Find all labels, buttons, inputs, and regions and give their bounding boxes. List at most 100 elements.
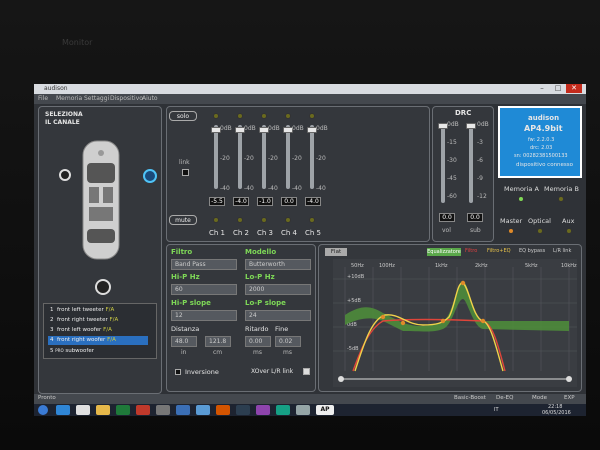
status-text: Pronto <box>38 395 56 401</box>
inversione-checkbox[interactable] <box>175 369 181 375</box>
fader-ch4[interactable] <box>286 125 290 189</box>
eq-band-marker-2 <box>440 318 446 324</box>
fader-tick-2-ch3: -40 <box>268 185 278 192</box>
settings-icon[interactable] <box>156 405 170 415</box>
distance-in-input[interactable]: 48.0 <box>171 336 197 347</box>
close-button[interactable]: ✕ <box>566 84 582 93</box>
pdf-icon[interactable] <box>136 405 150 415</box>
ritardo-input[interactable]: 0.00 <box>245 336 271 347</box>
menu-aiuto[interactable]: Aiuto <box>142 95 158 102</box>
memory-b-button[interactable]: Memoria B <box>544 185 579 193</box>
eq-db-label-0: +10dB <box>347 274 365 280</box>
memory-b-led <box>558 196 564 202</box>
mode-label: Mode <box>532 395 547 401</box>
fader-tick-0-ch4: 0dB <box>292 125 304 132</box>
channel-label-ch5: Ch 5 <box>305 229 322 237</box>
filtro-select[interactable]: Band Pass <box>171 259 237 270</box>
fine-ms-label: ms <box>283 349 292 356</box>
fader-tick-2-ch5: -40 <box>316 185 326 192</box>
drc-sub-tick-2: -6 <box>477 157 483 164</box>
channel-item-1[interactable]: 1 front left tweeter F/A <box>48 306 148 315</box>
mute-led-ch4[interactable] <box>285 217 291 223</box>
link-checkbox[interactable] <box>182 169 189 176</box>
lang-indicator[interactable]: IT <box>494 407 499 413</box>
fader-ch1[interactable] <box>214 125 218 189</box>
source-aux-button[interactable]: Aux <box>562 217 574 225</box>
audison-taskbar-button[interactable]: AP <box>316 405 334 415</box>
link-label: link <box>179 159 190 166</box>
maximize-button[interactable]: □ <box>550 84 566 93</box>
mute-led-ch3[interactable] <box>261 217 267 223</box>
equalizzatore-tab[interactable]: Equalizzatore <box>427 248 461 256</box>
minimize-button[interactable]: – <box>534 84 550 93</box>
fader-ch5[interactable] <box>310 125 314 189</box>
drc-vol-value: 0.0 <box>439 213 455 222</box>
drc-sub-thumb[interactable] <box>466 123 476 129</box>
speaker-front-left[interactable] <box>59 169 71 181</box>
app4-icon[interactable] <box>276 405 290 415</box>
car-diagram <box>82 140 120 260</box>
mute-led-ch2[interactable] <box>237 217 243 223</box>
app-icon[interactable] <box>216 405 230 415</box>
lr-link-toggle[interactable]: L/R link <box>553 248 571 254</box>
drc-sub-slider[interactable] <box>469 123 473 203</box>
speaker-front-right[interactable] <box>143 169 157 183</box>
app3-icon[interactable] <box>256 405 270 415</box>
excel-icon[interactable] <box>116 405 130 415</box>
mute-led-ch5[interactable] <box>309 217 315 223</box>
drc-vol-tick-0: 0dB <box>447 121 459 128</box>
mute-led-ch1[interactable] <box>213 217 219 223</box>
eq-bypass-toggle[interactable]: EQ bypass <box>519 248 545 254</box>
drc-vol-slider[interactable] <box>441 123 445 203</box>
fine-input[interactable]: 0.02 <box>275 336 301 347</box>
distanza-label: Distanza <box>171 325 200 333</box>
start-button[interactable] <box>38 405 48 415</box>
mute-button[interactable]: mute <box>169 215 197 225</box>
menu-file[interactable]: File <box>38 95 48 102</box>
solo-led-ch2[interactable] <box>237 113 243 119</box>
fader-ch3[interactable] <box>262 125 266 189</box>
eq-freq-label-2: 1kHz <box>435 263 448 269</box>
menu-dispositivo[interactable]: Dispositivo <box>110 95 143 102</box>
modello-select[interactable]: Butterworth <box>245 259 311 270</box>
channel-select-panel: SELEZIONA IL CANALE 1 front left tweeter… <box>38 106 162 394</box>
hip-hz-select[interactable]: 60 <box>171 284 237 295</box>
filtro-tab[interactable]: Filtro <box>465 248 477 254</box>
lop-slope-select[interactable]: 24 <box>245 310 311 321</box>
solo-led-ch5[interactable] <box>309 113 315 119</box>
speaker-subwoofer[interactable] <box>95 279 111 295</box>
eq-band-marker-3 <box>460 280 466 286</box>
status-bar: Pronto Basic-Boost De-EQ Mode EXP <box>34 394 586 404</box>
explorer-icon[interactable] <box>96 405 110 415</box>
in-label: in <box>181 349 187 356</box>
source-master-button[interactable]: Master <box>500 217 522 225</box>
menu-memoria[interactable]: Memoria <box>56 95 82 102</box>
solo-button[interactable]: solo <box>169 111 197 121</box>
fader-tick-1-ch2: -20 <box>244 155 254 162</box>
filtro-eq-tab[interactable]: Filtro+EQ <box>487 248 511 254</box>
lop-hz-select[interactable]: 2000 <box>245 284 311 295</box>
app2-icon[interactable] <box>236 405 250 415</box>
channel-item-2[interactable]: 2 front right tweeter F/A <box>48 316 148 325</box>
fader-ch2[interactable] <box>238 125 242 189</box>
ie-icon[interactable] <box>56 405 70 415</box>
xover-link-checkbox[interactable] <box>303 368 310 375</box>
word-icon[interactable] <box>176 405 190 415</box>
distance-cm-input[interactable]: 121.8 <box>205 336 231 347</box>
source-optical-button[interactable]: Optical <box>528 217 551 225</box>
channel-item-3[interactable]: 3 front left woofer F/A <box>48 326 148 335</box>
channel-item-4[interactable]: 4 front right woofer F/A <box>48 336 148 345</box>
solo-led-ch3[interactable] <box>261 113 267 119</box>
solo-led-ch1[interactable] <box>213 113 219 119</box>
chrome-icon[interactable] <box>76 405 90 415</box>
flat-button[interactable]: Flat <box>325 248 347 256</box>
fader-tick-0-ch3: 0dB <box>268 125 280 132</box>
media-icon[interactable] <box>196 405 210 415</box>
channel-item-5[interactable]: 5 PRO subwoofer <box>48 346 148 355</box>
hip-slope-select[interactable]: 12 <box>171 310 237 321</box>
solo-led-ch4[interactable] <box>285 113 291 119</box>
eq-graph[interactable]: 50Hz 100Hz 1kHz 2kHz 5kHz 10kHz+10dB+5dB0dB-5… <box>333 259 577 387</box>
memory-a-button[interactable]: Memoria A <box>504 185 539 193</box>
app5-icon[interactable] <box>296 405 310 415</box>
menu-settaggi[interactable]: Settaggi <box>84 95 109 102</box>
